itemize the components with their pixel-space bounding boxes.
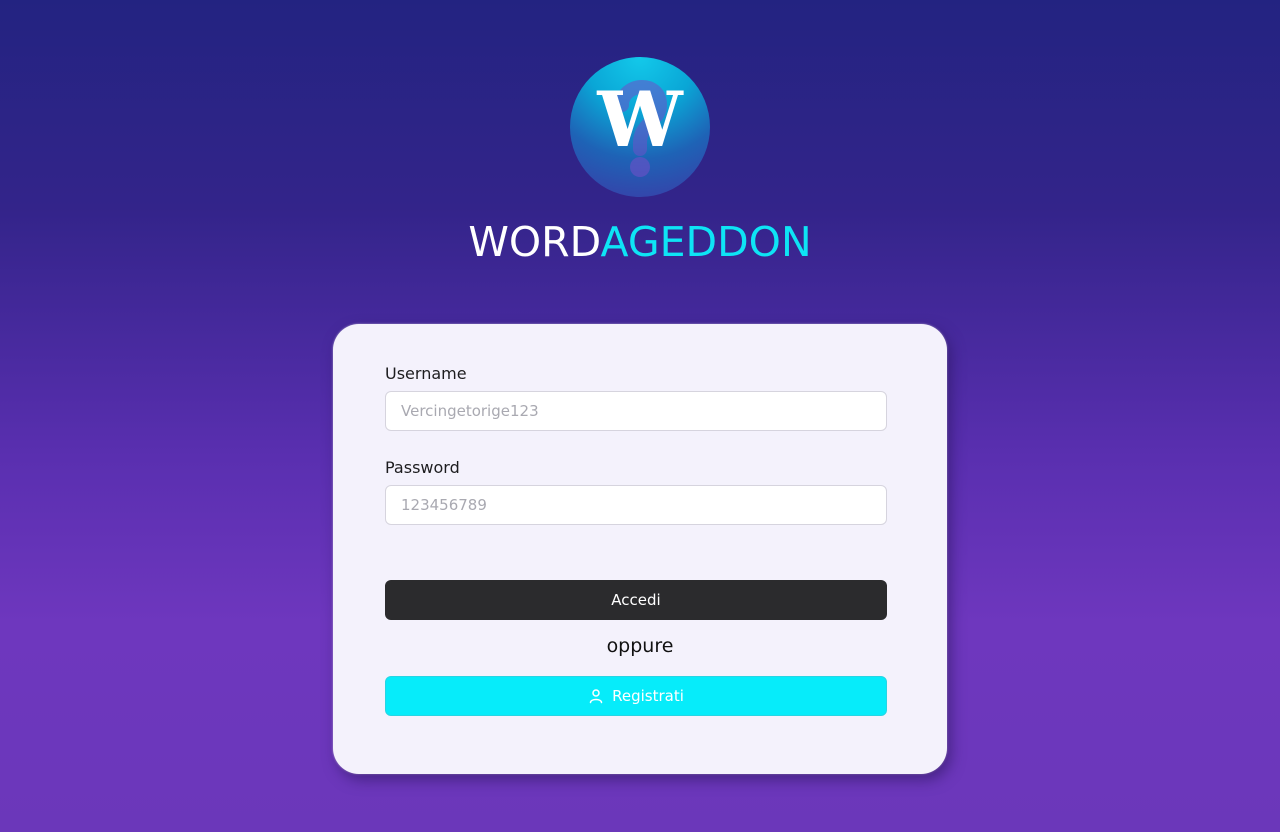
register-button[interactable]: Registrati	[385, 676, 887, 716]
register-button-label: Registrati	[612, 687, 684, 705]
login-button-label: Accedi	[611, 591, 661, 609]
logo-letter: W	[597, 75, 683, 164]
username-input[interactable]	[385, 391, 887, 431]
user-icon	[588, 688, 604, 704]
brand-name-part2: AGEDDON	[600, 218, 812, 266]
brand-title: WORDAGEDDON	[0, 214, 1280, 270]
password-label: Password	[385, 458, 460, 477]
password-input[interactable]	[385, 485, 887, 525]
username-label: Username	[385, 364, 467, 383]
login-card: Username Password Accedi oppure Registra…	[333, 324, 947, 774]
login-button[interactable]: Accedi	[385, 580, 887, 620]
brand-name-part1: WORD	[468, 218, 601, 266]
app-logo: W	[570, 57, 710, 197]
separator-text: oppure	[606, 635, 674, 657]
